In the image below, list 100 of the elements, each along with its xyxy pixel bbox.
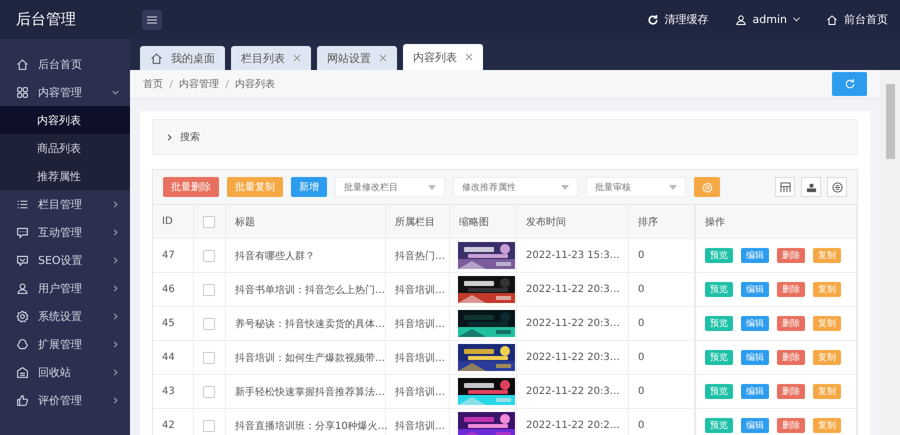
sidebar-item[interactable]: 后台首页 [0, 50, 130, 78]
table-cell: 42 [153, 409, 194, 435]
breadcrumb-separator [169, 80, 173, 88]
close-icon[interactable] [379, 54, 387, 62]
column-header: ID [162, 216, 173, 227]
sidebar-item[interactable]: SEO设置 [0, 246, 130, 274]
row-checkbox[interactable] [203, 386, 215, 398]
column-header: 操作 [705, 216, 725, 228]
column-header: 缩略图 [459, 216, 489, 228]
header-link[interactable]: 前台首页 [844, 12, 888, 27]
chevron-icon [111, 256, 120, 264]
header-link[interactable]: 清理缓存 [664, 12, 709, 27]
caret-icon [561, 184, 569, 190]
row-action-button[interactable]: 删除 [777, 248, 805, 263]
caret-icon [793, 17, 800, 22]
tab[interactable]: 栏目列表 [231, 46, 311, 70]
list-icon [16, 198, 29, 210]
sidebar-item[interactable]: 互动管理 [0, 218, 130, 246]
row-action-button[interactable]: 编辑 [741, 418, 769, 433]
row-action-button[interactable]: 编辑 [741, 282, 769, 297]
row-checkbox[interactable] [203, 352, 215, 364]
breadcrumb-link[interactable]: 首页 [143, 77, 163, 91]
table-cell: 2022-11-22 20:3… [517, 341, 629, 374]
columns-button[interactable] [775, 177, 795, 197]
tab[interactable]: 网站设置 [317, 46, 397, 70]
sidebar-item[interactable]: 内容管理 [0, 78, 130, 106]
refresh-button[interactable] [832, 72, 867, 96]
sidebar-item[interactable]: 用户管理 [0, 274, 130, 302]
row-action-button[interactable]: 编辑 [741, 384, 769, 399]
close-icon[interactable] [293, 54, 301, 62]
table-cell: 43 [153, 375, 194, 408]
column-header: 所属栏目 [395, 216, 435, 228]
row-checkbox[interactable] [203, 318, 215, 330]
submenu-item[interactable]: 内容列表 [0, 106, 130, 134]
row-action-button[interactable]: 编辑 [741, 350, 769, 365]
row-action-button[interactable]: 删除 [777, 418, 805, 433]
table-cell: 46 [153, 273, 194, 306]
row-action-button[interactable]: 删除 [777, 350, 805, 365]
chat-icon [16, 226, 29, 238]
row-action-button[interactable]: 删除 [777, 384, 805, 399]
select-field[interactable]: 修改推荐属性 [453, 177, 578, 197]
row-action-button[interactable]: 删除 [777, 316, 805, 331]
row-action-button[interactable]: 删除 [777, 282, 805, 297]
toolbar-button[interactable]: 新增 [291, 177, 327, 197]
printer-icon [806, 182, 816, 192]
column-header: 标题 [235, 216, 255, 228]
submenu-item[interactable]: 商品列表 [0, 134, 130, 162]
chevron-icon [111, 396, 120, 404]
table-cell: 2022-11-22 20:2… [517, 409, 629, 435]
table-cell: 抖音培训… [386, 409, 450, 435]
tab[interactable]: 我的桌面 [140, 46, 225, 70]
breadcrumb-separator [225, 80, 229, 88]
table-cell: 抖音培训… [386, 375, 450, 408]
row-checkbox[interactable] [203, 420, 215, 432]
search-label: 搜索 [180, 130, 200, 144]
print-icon [832, 182, 842, 192]
export-button[interactable] [801, 177, 821, 197]
settings-button[interactable] [694, 177, 720, 197]
sidebar-item[interactable]: 扩展管理 [0, 330, 130, 358]
breadcrumb-link[interactable]: 内容管理 [179, 77, 219, 91]
column-header: 排序 [638, 216, 658, 228]
print-button[interactable] [827, 177, 847, 197]
submenu-item[interactable]: 推荐属性 [0, 162, 130, 190]
sidebar-item[interactable]: 栏目管理 [0, 190, 130, 218]
row-action-button[interactable]: 编辑 [741, 316, 769, 331]
caret-icon [669, 184, 677, 190]
toolbar-button[interactable]: 批量删除 [163, 177, 219, 197]
header-link[interactable]: admin [752, 13, 787, 26]
refresh-icon [844, 78, 856, 90]
row-checkbox[interactable] [203, 250, 215, 262]
table-cell: 2022-11-23 15:3… [517, 239, 629, 272]
sidebar-item[interactable]: 评价管理 [0, 386, 130, 414]
row-action-button[interactable]: 编辑 [741, 248, 769, 263]
table-cell: 抖音培训… [386, 307, 450, 340]
select-field[interactable]: 批量修改栏目 [335, 177, 445, 197]
close-icon[interactable] [465, 53, 473, 61]
sidebar-item[interactable]: 回收站 [0, 358, 130, 386]
table-cell: 0 [629, 307, 695, 340]
caret-icon [428, 184, 436, 190]
menu-icon[interactable] [142, 10, 162, 30]
grid-icon [16, 86, 29, 98]
search-panel[interactable]: 搜索 [152, 119, 858, 155]
breadcrumb-link[interactable]: 内容列表 [235, 77, 275, 91]
table-cell: 0 [629, 273, 695, 306]
table-cell: 0 [629, 409, 695, 435]
scrollbar[interactable] [880, 70, 900, 435]
select-field[interactable]: 批量审核 [586, 177, 686, 197]
tab[interactable]: 内容列表 [403, 44, 483, 70]
chevron-icon [111, 228, 120, 236]
select-all-checkbox[interactable] [203, 216, 215, 228]
columns-icon [780, 182, 790, 192]
user-icon [16, 282, 29, 294]
row-checkbox[interactable] [203, 284, 215, 296]
column-header: 发布时间 [526, 216, 566, 228]
sidebar-item[interactable]: 系统设置 [0, 302, 130, 330]
table-cell: 2022-11-22 20:3… [517, 375, 629, 408]
table-cell: 0 [629, 375, 695, 408]
home-icon [16, 58, 29, 70]
home-icon [826, 14, 838, 26]
app-title: 后台管理 [0, 0, 130, 39]
